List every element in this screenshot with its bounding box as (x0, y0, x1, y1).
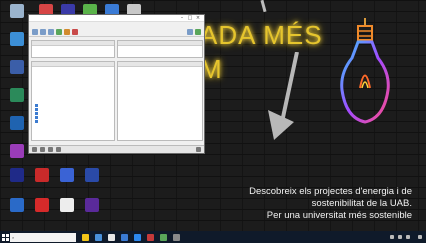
arrow-top-icon (260, 0, 267, 13)
desktop-icon-app-4[interactable] (5, 88, 29, 103)
windows-icon (1, 233, 9, 241)
maximize-button[interactable]: □ (186, 15, 194, 21)
notifications-icon[interactable] (418, 235, 422, 239)
promo-line-3: Per una universitat més sostenible (266, 210, 412, 221)
desktop-icon-app-2[interactable] (5, 32, 29, 47)
taskbar-app-icon[interactable] (108, 233, 115, 241)
taskbar-app-icon[interactable] (95, 233, 102, 241)
toolbar-button[interactable] (72, 29, 78, 35)
taskbar: ⌕ (0, 231, 426, 243)
lightbulb-icon (340, 18, 390, 124)
taskbar-search[interactable]: ⌕ (10, 232, 76, 242)
right-list-pane[interactable] (117, 61, 203, 141)
desktop-icon-row2-3[interactable] (55, 198, 79, 212)
desktop-icon-app-3[interactable] (5, 60, 29, 75)
desktop-icon-row1-1[interactable] (5, 168, 29, 182)
network-icon[interactable] (398, 235, 402, 239)
desktop-icon-row1-3[interactable] (55, 168, 79, 182)
player-button[interactable] (40, 147, 45, 152)
window-bottom-toolbar (29, 145, 204, 153)
player-button[interactable] (48, 147, 53, 152)
close-button[interactable]: × (194, 15, 202, 21)
list-item[interactable] (32, 119, 114, 123)
toolbar-button[interactable] (195, 29, 201, 35)
taskbar-app-icon[interactable] (160, 233, 167, 241)
taskbar-app-icon[interactable] (173, 233, 180, 241)
promo-line-2: sostenibilitat de la UAB. (311, 198, 412, 209)
desktop-icon-recycle-bin[interactable] (5, 4, 29, 19)
toolbar-button[interactable] (48, 29, 54, 35)
toolbar-button[interactable] (56, 29, 62, 35)
player-button[interactable] (32, 147, 37, 152)
toolbar-button[interactable] (64, 29, 70, 35)
desktop-icon-app-5[interactable] (5, 116, 29, 131)
desktop-icon-app-6[interactable] (5, 144, 29, 159)
right-list-header (118, 62, 202, 67)
desktop-icon-row2-4[interactable] (80, 198, 104, 212)
toolbar-button[interactable] (40, 29, 46, 35)
toolbar (29, 28, 204, 37)
left-pane-header (32, 41, 114, 46)
right-top-pane[interactable] (117, 40, 203, 58)
promo-line-1: Descobreix els projectes d'energia i de (249, 186, 412, 197)
toolbar-button[interactable] (187, 29, 193, 35)
left-top-pane[interactable] (31, 40, 115, 58)
start-button[interactable] (0, 231, 10, 243)
player-button[interactable] (56, 147, 61, 152)
taskbar-app-icon[interactable] (147, 233, 154, 241)
desktop-icon-row1-2[interactable] (30, 168, 54, 182)
right-pane-header (118, 41, 202, 46)
desktop-icon-row2-1[interactable] (5, 198, 29, 212)
promo-text: Descobreix els projectes d'energia i de … (249, 186, 412, 222)
taskbar-app-icon[interactable] (134, 233, 141, 241)
window-titlebar[interactable]: – □ × (29, 15, 204, 22)
desktop-icon-row1-4[interactable] (80, 168, 104, 182)
left-list-pane[interactable] (31, 61, 115, 141)
desktop-icon-row2-2[interactable] (30, 198, 54, 212)
app-window[interactable]: – □ × (28, 14, 205, 154)
tray-icon[interactable] (390, 235, 394, 239)
volume-icon[interactable] (406, 235, 410, 239)
folder-icon (35, 119, 38, 123)
search-icon: ⌕ (12, 234, 15, 240)
minimize-button[interactable]: – (178, 15, 186, 21)
player-button[interactable] (196, 147, 201, 152)
down-arrow-icon (268, 52, 299, 140)
neon-sign-line-1: ADA MÉS (200, 20, 323, 50)
system-tray (390, 235, 426, 239)
taskbar-app-icon[interactable] (121, 233, 128, 241)
toolbar-button[interactable] (32, 29, 38, 35)
taskbar-app-icon[interactable] (82, 233, 89, 241)
